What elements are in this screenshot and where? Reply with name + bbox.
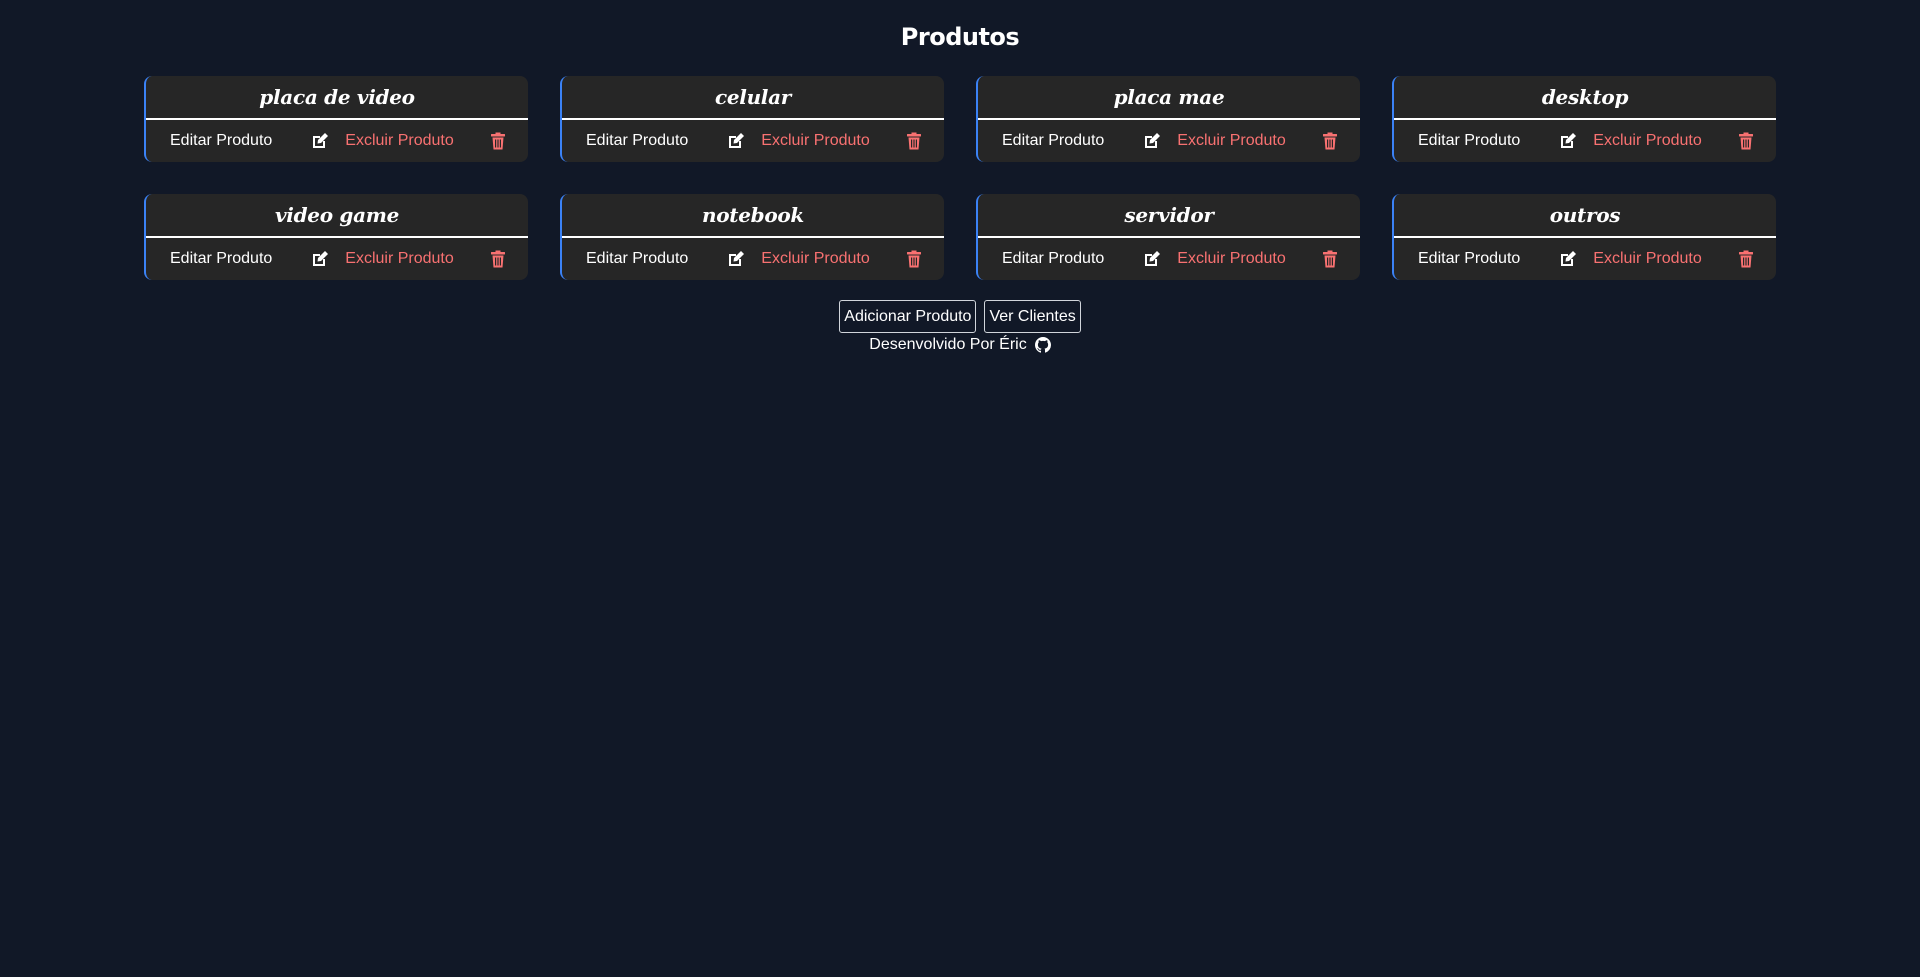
edit-icon[interactable]	[310, 249, 330, 269]
product-actions: Editar Produto Excluir Produto	[978, 238, 1360, 280]
delete-product-link[interactable]: Excluir Produto	[1177, 132, 1286, 150]
edit-icon[interactable]	[1142, 249, 1162, 269]
view-clients-button[interactable]: Ver Clientes	[984, 300, 1081, 333]
trash-icon[interactable]	[490, 132, 506, 150]
product-name: celular	[562, 76, 944, 120]
delete-product-link[interactable]: Excluir Produto	[345, 250, 454, 268]
add-product-button[interactable]: Adicionar Produto	[839, 300, 977, 333]
footer: Desenvolvido Por Éric	[0, 336, 1920, 354]
trash-icon[interactable]	[1738, 250, 1754, 268]
product-name: outros	[1394, 194, 1776, 238]
product-card: servidor Editar Produto Excluir Produto	[976, 194, 1360, 280]
product-grid: placa de video Editar Produto Excluir Pr…	[144, 76, 1776, 280]
product-card: placa mae Editar Produto Excluir Produto	[976, 76, 1360, 162]
edit-icon[interactable]	[1558, 131, 1578, 151]
delete-product-link[interactable]: Excluir Produto	[761, 250, 870, 268]
product-card: video game Editar Produto Excluir Produt…	[144, 194, 528, 280]
product-actions: Editar Produto Excluir Produto	[1394, 120, 1776, 162]
edit-product-link[interactable]: Editar Produto	[1002, 132, 1104, 150]
delete-product-link[interactable]: Excluir Produto	[1593, 250, 1702, 268]
edit-icon[interactable]	[1558, 249, 1578, 269]
edit-product-link[interactable]: Editar Produto	[586, 132, 688, 150]
product-actions: Editar Produto Excluir Produto	[978, 120, 1360, 162]
edit-icon[interactable]	[726, 249, 746, 269]
product-actions: Editar Produto Excluir Produto	[146, 238, 528, 280]
trash-icon[interactable]	[1322, 250, 1338, 268]
page-title: Produtos	[900, 23, 1020, 51]
delete-product-link[interactable]: Excluir Produto	[761, 132, 870, 150]
edit-product-link[interactable]: Editar Produto	[170, 132, 272, 150]
product-card: placa de video Editar Produto Excluir Pr…	[144, 76, 528, 162]
product-card: outros Editar Produto Excluir Produto	[1392, 194, 1776, 280]
trash-icon[interactable]	[1322, 132, 1338, 150]
delete-product-link[interactable]: Excluir Produto	[1177, 250, 1286, 268]
edit-product-link[interactable]: Editar Produto	[586, 250, 688, 268]
trash-icon[interactable]	[490, 250, 506, 268]
product-name: notebook	[562, 194, 944, 238]
edit-product-link[interactable]: Editar Produto	[1002, 250, 1104, 268]
action-buttons: Adicionar Produto Ver Clientes	[0, 300, 1920, 333]
footer-credit: Desenvolvido Por Éric	[869, 336, 1027, 353]
trash-icon[interactable]	[906, 132, 922, 150]
product-name: video game	[146, 194, 528, 238]
trash-icon[interactable]	[906, 250, 922, 268]
product-card: notebook Editar Produto Excluir Produto	[560, 194, 944, 280]
edit-product-link[interactable]: Editar Produto	[1418, 250, 1520, 268]
edit-icon[interactable]	[726, 131, 746, 151]
delete-product-link[interactable]: Excluir Produto	[345, 132, 454, 150]
product-actions: Editar Produto Excluir Produto	[562, 120, 944, 162]
product-name: desktop	[1394, 76, 1776, 120]
product-name: placa mae	[978, 76, 1360, 120]
product-card: desktop Editar Produto Excluir Produto	[1392, 76, 1776, 162]
product-name: servidor	[978, 194, 1360, 238]
edit-product-link[interactable]: Editar Produto	[1418, 132, 1520, 150]
delete-product-link[interactable]: Excluir Produto	[1593, 132, 1702, 150]
edit-icon[interactable]	[1142, 131, 1162, 151]
product-name: placa de video	[146, 76, 528, 120]
product-actions: Editar Produto Excluir Produto	[562, 238, 944, 280]
product-actions: Editar Produto Excluir Produto	[1394, 238, 1776, 280]
edit-icon[interactable]	[310, 131, 330, 151]
edit-product-link[interactable]: Editar Produto	[170, 250, 272, 268]
product-actions: Editar Produto Excluir Produto	[146, 120, 528, 162]
product-card: celular Editar Produto Excluir Produto	[560, 76, 944, 162]
trash-icon[interactable]	[1738, 132, 1754, 150]
github-icon[interactable]	[1034, 337, 1051, 353]
